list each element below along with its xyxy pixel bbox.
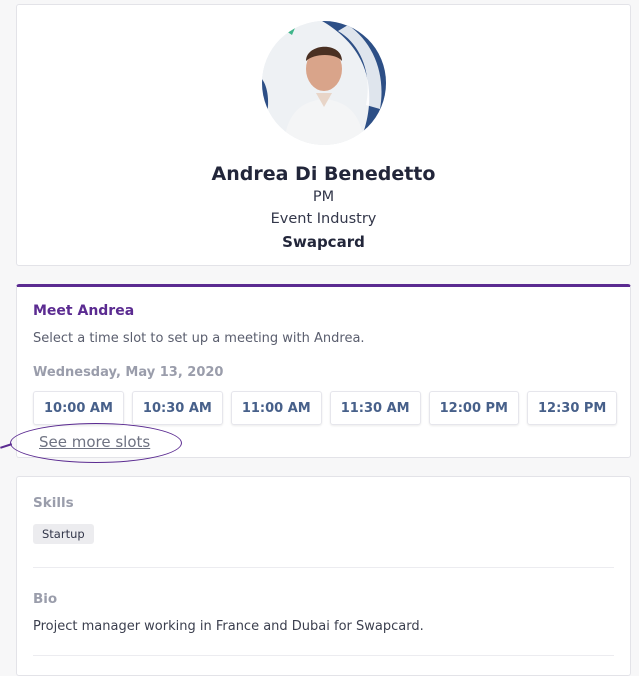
avatar-photo-icon	[262, 21, 386, 145]
skill-tag: Startup	[33, 524, 94, 544]
time-slot-button[interactable]: 10:00 AM	[33, 391, 124, 425]
time-slot-button[interactable]: 10:30 AM	[131, 391, 223, 425]
time-slot-button[interactable]: 11:00 AM	[230, 391, 322, 425]
see-more-slots-link[interactable]: See more slots	[39, 433, 150, 451]
meet-description: Select a time slot to set up a meeting w…	[33, 331, 365, 346]
highlight-ellipse-tail	[0, 443, 12, 449]
meet-card: Meet Andrea Select a time slot to set up…	[16, 284, 631, 458]
time-slot-list: 10:00 AM 10:30 AM 11:00 AM 11:30 AM 12:0…	[33, 391, 618, 425]
profile-industry: Event Industry	[270, 211, 377, 227]
bio-label: Bio	[33, 591, 58, 607]
bio-text: Project manager working in France and Du…	[33, 619, 424, 634]
details-card: Skills Startup Bio Project manager worki…	[16, 476, 631, 676]
profile-role: PM	[312, 189, 335, 205]
time-slot-button[interactable]: 11:30 AM	[329, 391, 421, 425]
section-divider	[33, 655, 614, 656]
profile-company: Swapcard	[282, 233, 365, 251]
avatar	[262, 21, 386, 145]
profile-card: Andrea Di Benedetto PM Event Industry Sw…	[16, 4, 631, 266]
section-divider	[33, 567, 614, 568]
profile-name: Andrea Di Benedetto	[211, 163, 436, 185]
time-slot-button[interactable]: 12:00 PM	[428, 391, 519, 425]
skills-label: Skills	[33, 495, 74, 511]
time-slot-button[interactable]: 12:30 PM	[527, 391, 618, 425]
meet-title: Meet Andrea	[33, 303, 135, 319]
meet-date: Wednesday, May 13, 2020	[33, 365, 224, 380]
